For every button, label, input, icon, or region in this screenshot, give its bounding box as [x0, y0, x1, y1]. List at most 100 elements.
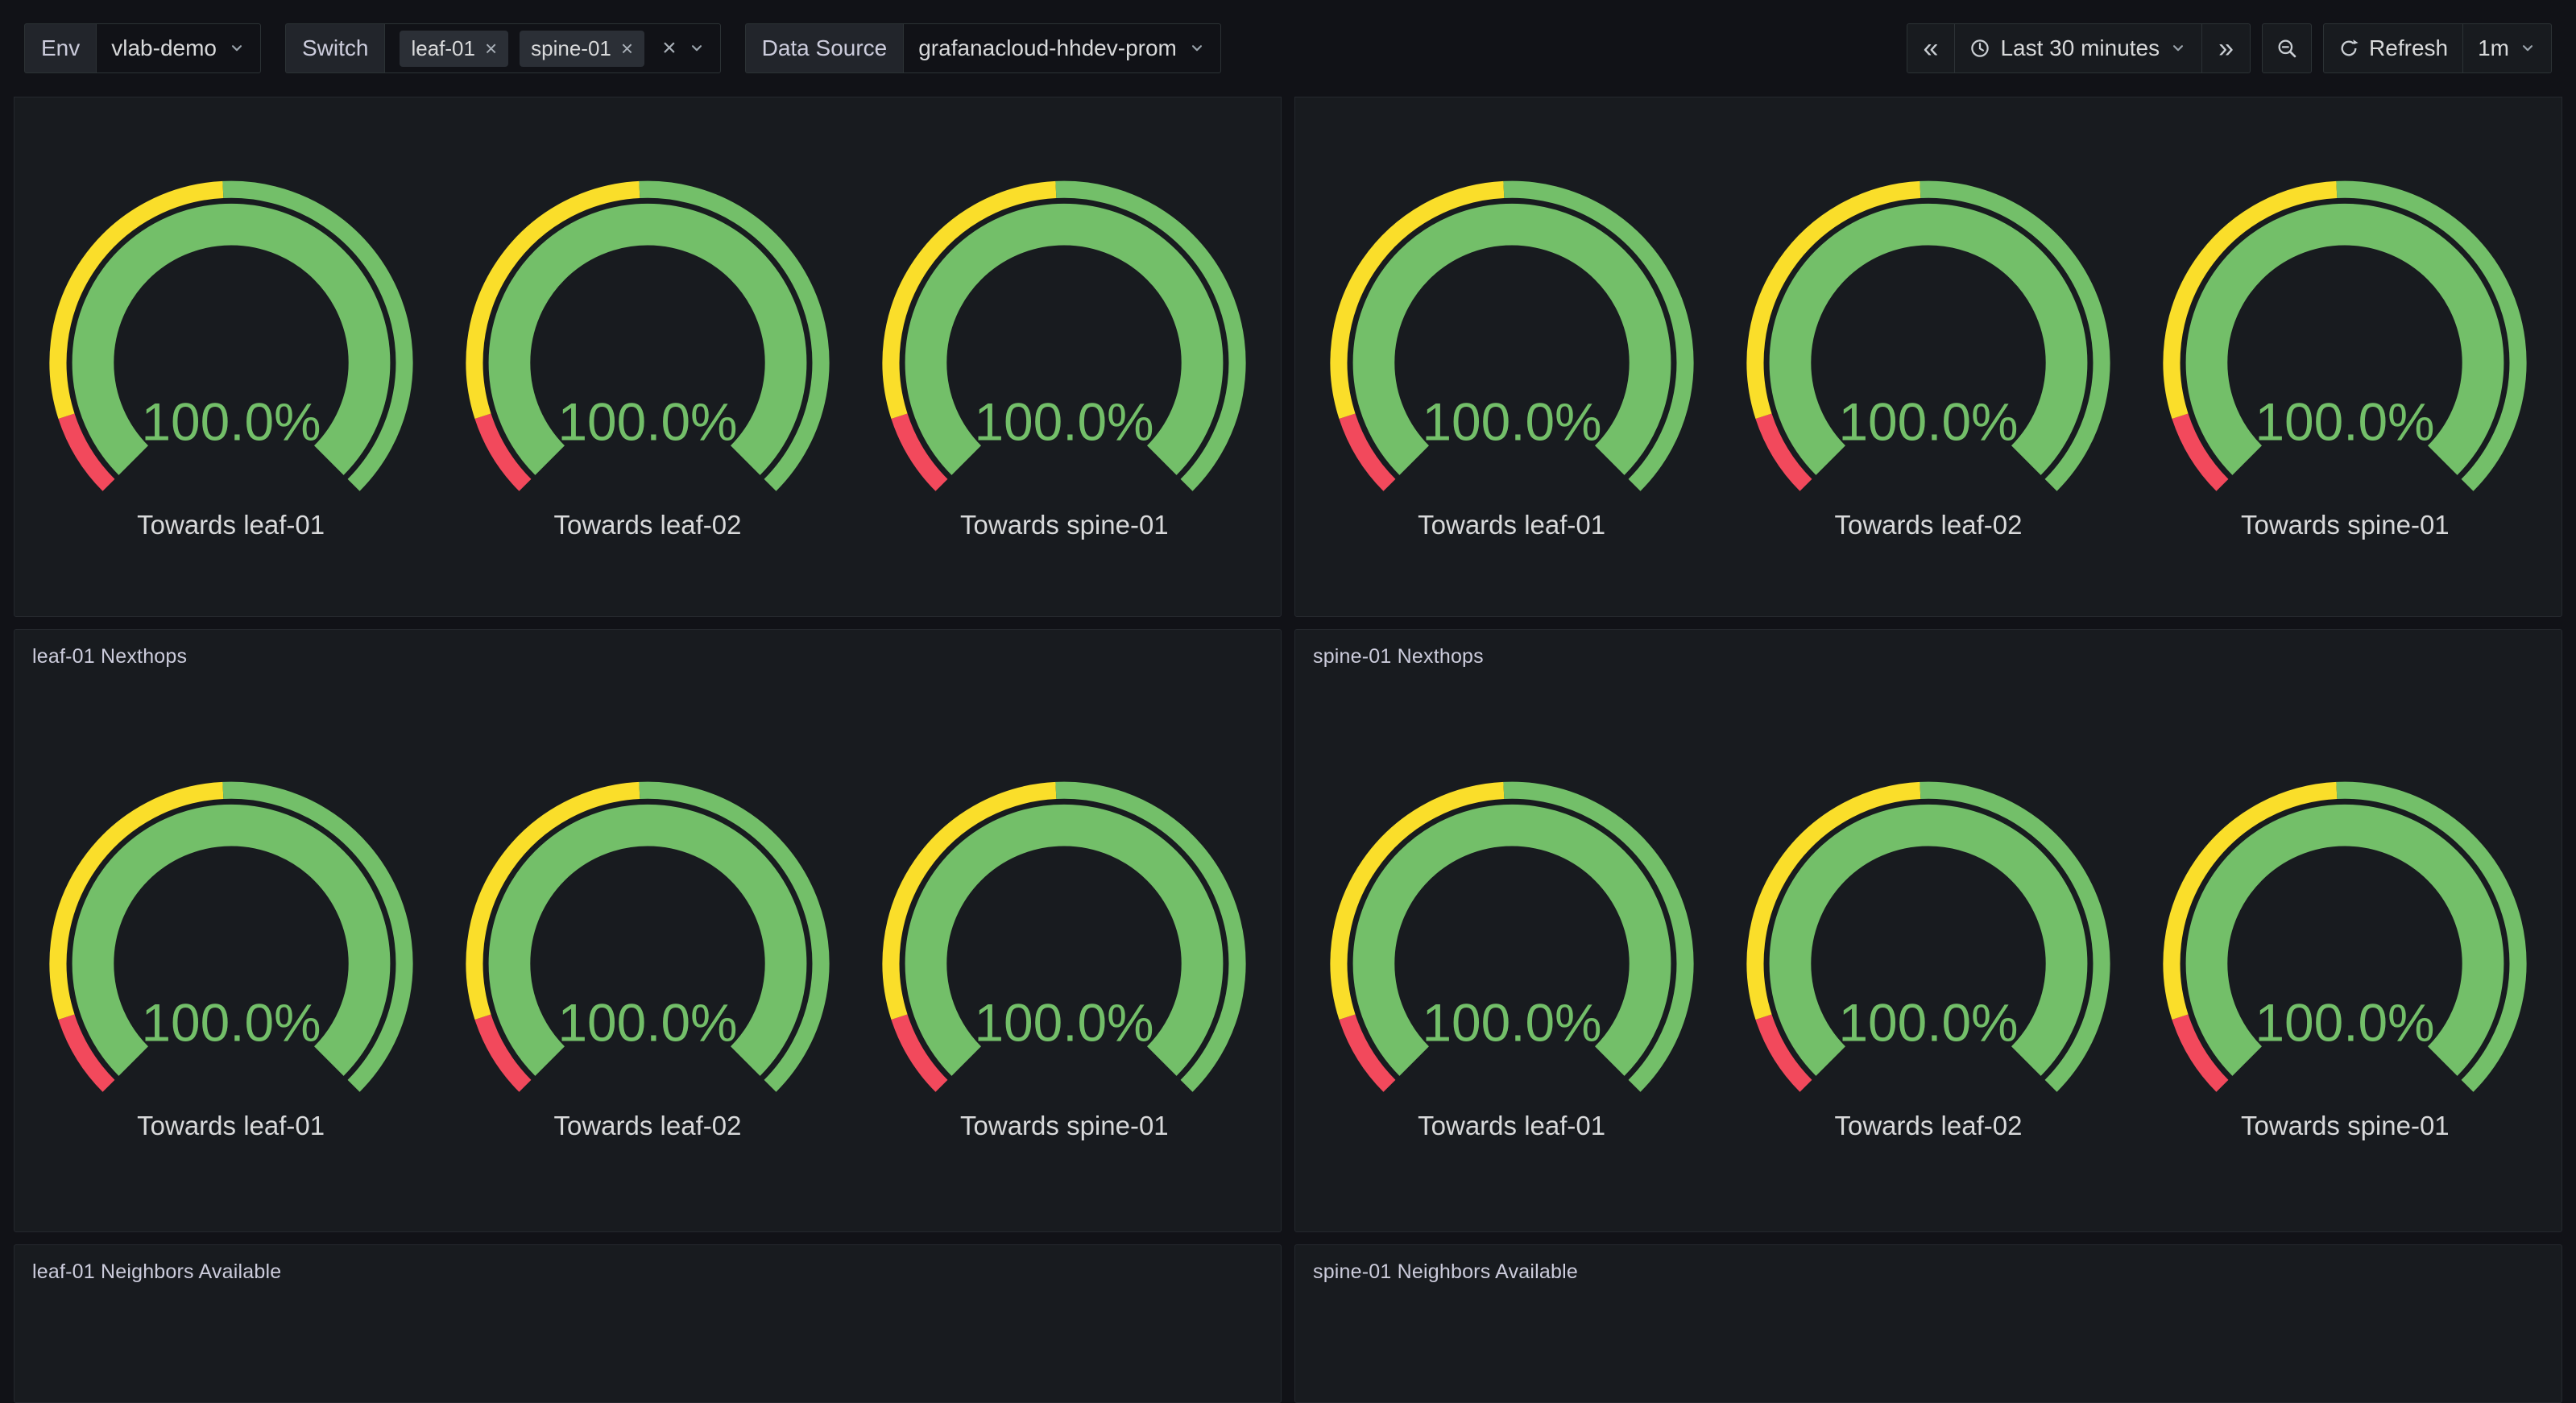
gauge: 100.0%Towards leaf-01: [24, 774, 437, 1141]
time-range-group: « Last 30 minutes »: [1907, 23, 2251, 73]
gauge: 100.0% Towards leaf-01: [1305, 774, 1718, 1141]
gauge-value: 100.0%: [2255, 992, 2435, 1052]
refresh-interval-dropdown[interactable]: 1m: [2463, 23, 2552, 73]
panel-header[interactable]: leaf-01 Neighbors Available: [14, 1245, 1281, 1298]
gauge: 100.0% Towards leaf-01: [24, 173, 437, 540]
gauge-title: Towards spine-01: [960, 1111, 1169, 1141]
var-switch: Switch leaf-01 × spine-01 × ×: [285, 23, 721, 73]
gauge-chart: 100.0%: [42, 173, 420, 495]
gauge-value: 100.0%: [557, 392, 737, 452]
gauge-title: Towards leaf-02: [554, 1111, 742, 1141]
clock-icon: [1969, 38, 1990, 59]
gauge-chart: 100.0%: [458, 173, 837, 495]
time-shift-back-button[interactable]: «: [1907, 23, 1956, 73]
gauge-value: 100.0%: [1838, 992, 2018, 1052]
double-chevron-right-icon: »: [2217, 35, 2235, 62]
panel: spine-01 Nexthops100.0%Towards leaf-0110…: [1294, 629, 2562, 1232]
clear-all-icon[interactable]: ×: [662, 36, 677, 60]
chevron-down-icon: [2519, 39, 2537, 57]
remove-icon[interactable]: ×: [621, 38, 633, 59]
gauge: 100.0% Towards leaf-02: [441, 774, 854, 1141]
gauge: 100.0% Towards leaf-02: [441, 173, 854, 540]
gauge-chart: 100.0%: [2156, 173, 2534, 495]
var-env-picker[interactable]: vlab-demo: [96, 23, 261, 73]
gauge: 100.0% Towards spine-01: [858, 774, 1271, 1141]
gauge-chart: 100.0%: [1739, 173, 2118, 495]
chevron-down-icon: [228, 39, 246, 57]
switch-pill-spine-01[interactable]: spine-01 ×: [520, 31, 644, 67]
var-env: Env vlab-demo: [24, 23, 261, 73]
gauge: 100.0% Towards leaf-02: [1721, 173, 2135, 540]
gauge-chart: 100.0%: [875, 774, 1253, 1096]
gauge-title: Towards leaf-01: [1418, 510, 1605, 540]
gauge-chart: 100.0%: [2156, 774, 2534, 1096]
gauge-title: Towards spine-01: [2241, 1111, 2450, 1141]
gauge-chart: 100.0%: [458, 774, 837, 1096]
refresh-interval-value: 1m: [2478, 35, 2509, 61]
panel-header[interactable]: leaf-01 Nexthops: [14, 630, 1281, 683]
panel: leaf-01 Neighbors Available: [14, 1244, 1282, 1403]
switch-pill-leaf-01[interactable]: leaf-01 ×: [400, 31, 508, 67]
gauge-row: 100.0% Towards leaf-01 100.0%Towards leaf-…: [1295, 683, 2562, 1231]
gauge-row: 100.0% Towards leaf-01 100.0% Towards leaf-…: [14, 97, 1281, 616]
gauge-chart: 100.0%: [1323, 774, 1701, 1096]
panel-title: leaf-01 Neighbors Available: [32, 1260, 281, 1284]
gauge: 100.0% Towards spine-01: [2139, 173, 2552, 540]
gauge-chart: 100.0%: [1739, 774, 2118, 1096]
gauge-value: 100.0%: [1838, 392, 2018, 452]
var-datasource: Data Source grafanacloud-hhdev-prom: [745, 23, 1221, 73]
panel: spine-01 Neighbors Available: [1294, 1244, 2562, 1403]
var-env-label: Env: [24, 23, 96, 73]
gauge-value: 100.0%: [975, 992, 1154, 1052]
var-datasource-label: Data Source: [745, 23, 904, 73]
panel-title: spine-01 Nexthops: [1313, 645, 1484, 668]
double-chevron-left-icon: «: [1922, 35, 1940, 62]
switch-pill-label: spine-01: [531, 36, 611, 61]
zoom-out-icon: [2276, 38, 2298, 60]
gauge: 100.0% Towards spine-01: [2139, 774, 2552, 1141]
remove-icon[interactable]: ×: [485, 38, 497, 59]
gauge-chart: 100.0%: [1323, 173, 1701, 495]
gauge-title: Towards spine-01: [2241, 510, 2450, 540]
time-shift-forward-button[interactable]: »: [2202, 23, 2251, 73]
topbar: Env vlab-demo Switch leaf-01 × spine-01 …: [0, 0, 2576, 97]
switch-pill-label: leaf-01: [411, 36, 475, 61]
gauge-value: 100.0%: [975, 392, 1154, 452]
gauge-value: 100.0%: [141, 392, 321, 452]
gauge-title: Towards spine-01: [960, 510, 1169, 540]
gauge-title: Towards leaf-01: [1418, 1111, 1605, 1141]
chevron-down-icon: [2169, 39, 2187, 57]
gauge-title: Towards leaf-01: [137, 510, 325, 540]
var-switch-label: Switch: [285, 23, 384, 73]
refresh-group: Refresh 1m: [2323, 23, 2552, 73]
dashboard-grid: 100.0% Towards leaf-01 100.0% Towards leaf-…: [0, 97, 2576, 1403]
panel-header[interactable]: spine-01 Nexthops: [1295, 630, 2562, 683]
topbar-right: « Last 30 minutes » Refresh 1m: [1907, 23, 2552, 73]
gauge-row: 100.0% Towards leaf-01 100.0% Towards leaf-…: [1295, 97, 2562, 616]
panel: 100.0% Towards leaf-01 100.0% Towards leaf-…: [14, 97, 1282, 617]
gauge-value: 100.0%: [2255, 392, 2435, 452]
gauge-value: 100.0%: [141, 992, 321, 1052]
chevron-down-icon: [688, 39, 706, 57]
chevron-down-icon: [1188, 39, 1206, 57]
panel-title: spine-01 Neighbors Available: [1313, 1260, 1578, 1284]
panel-header[interactable]: spine-01 Neighbors Available: [1295, 1245, 2562, 1298]
var-datasource-picker[interactable]: grafanacloud-hhdev-prom: [903, 23, 1221, 73]
refresh-icon: [2338, 38, 2359, 59]
gauge: 100.0% Towards leaf-01: [1305, 173, 1718, 540]
var-env-selected: vlab-demo: [111, 35, 217, 61]
gauge-title: Towards leaf-02: [1835, 510, 2023, 540]
var-switch-picker[interactable]: leaf-01 × spine-01 × ×: [384, 23, 720, 73]
gauge-row: 100.0%Towards leaf-01100.0%Towards leaf-…: [14, 683, 1281, 1231]
gauge-value: 100.0%: [1422, 992, 1601, 1052]
gauge-chart: 100.0%: [875, 173, 1253, 495]
gauge: 100.0%Towards leaf-02: [1721, 774, 2135, 1141]
gauge: 100.0% Towards spine-01: [858, 173, 1271, 540]
refresh-button[interactable]: Refresh: [2323, 23, 2463, 73]
var-datasource-selected: grafanacloud-hhdev-prom: [918, 35, 1177, 61]
panel: 100.0% Towards leaf-01 100.0% Towards leaf-…: [1294, 97, 2562, 617]
zoom-out-button[interactable]: [2262, 23, 2312, 73]
time-range-picker[interactable]: Last 30 minutes: [1955, 23, 2202, 73]
refresh-label: Refresh: [2369, 35, 2448, 61]
gauge-title: Towards leaf-02: [554, 510, 742, 540]
